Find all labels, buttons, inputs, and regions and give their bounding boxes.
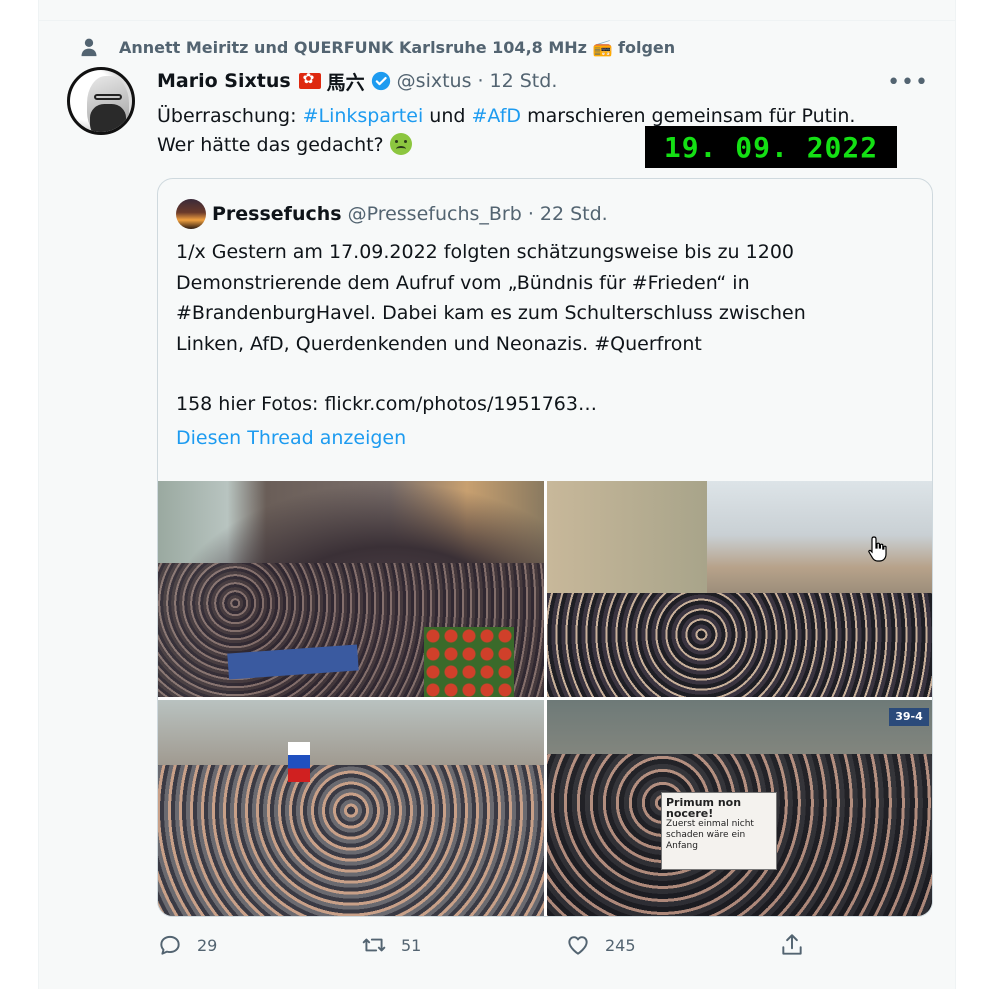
quote-avatar[interactable] xyxy=(176,199,206,229)
divider xyxy=(39,20,955,21)
author-name-suffix[interactable]: 馬六 xyxy=(327,68,365,95)
tweet-actions: 29 51 245 xyxy=(157,932,933,968)
like-count: 245 xyxy=(605,935,636,955)
separator-dot: · xyxy=(477,70,484,92)
quote-author-name[interactable]: Pressefuchs xyxy=(212,203,342,225)
tweet-time[interactable]: 12 Std. xyxy=(490,70,558,92)
tweet-header: Mario Sixtus 馬六 @sixtus · 12 Std. xyxy=(157,68,557,94)
sick-face-emoji-icon xyxy=(389,133,412,155)
author-avatar[interactable] xyxy=(67,67,135,135)
street-number-plate: 39-4 xyxy=(889,708,929,726)
author-name[interactable]: Mario Sixtus xyxy=(157,70,291,92)
quoted-tweet[interactable]: Pressefuchs @Pressefuchs_Brb · 22 Std. 1… xyxy=(157,178,933,917)
tweet-card[interactable]: Annett Meiritz und QUERFUNK Karlsruhe 10… xyxy=(38,0,956,989)
separator-dot: · xyxy=(527,203,534,225)
reply-button[interactable]: 29 xyxy=(157,932,217,958)
quote-header: Pressefuchs @Pressefuchs_Brb · 22 Std. xyxy=(176,199,608,229)
quote-author-handle[interactable]: @Pressefuchs_Brb xyxy=(348,203,522,225)
photo-protest-sign[interactable]: Primum non nocere! Zuerst einmal nicht s… xyxy=(547,700,932,916)
hashtag-link[interactable]: #AfD xyxy=(471,105,521,127)
photo-crowd-with-flag[interactable] xyxy=(158,700,544,916)
reply-count: 29 xyxy=(197,935,218,955)
like-button[interactable]: 245 xyxy=(565,932,636,958)
share-button[interactable] xyxy=(779,932,805,958)
reply-icon xyxy=(160,935,180,955)
retweet-button[interactable]: 51 xyxy=(361,932,421,958)
retweet-count: 51 xyxy=(401,935,422,955)
quote-text: 1/x Gestern am 17.09.2022 folgten schätz… xyxy=(176,241,806,415)
social-context[interactable]: Annett Meiritz und QUERFUNK Karlsruhe 10… xyxy=(81,36,676,58)
more-options-icon[interactable]: ••• xyxy=(887,70,929,95)
hand-cursor-icon xyxy=(868,536,887,562)
photo-demonstration-street[interactable] xyxy=(158,481,544,697)
retweet-icon xyxy=(362,938,386,952)
protest-sign: Primum non nocere! Zuerst einmal nicht s… xyxy=(661,792,777,870)
show-thread-link[interactable]: Diesen Thread anzeigen xyxy=(176,427,406,449)
social-context-text: Annett Meiritz und QUERFUNK Karlsruhe 10… xyxy=(119,37,676,57)
hashtag-link[interactable]: #Linkspartei xyxy=(303,105,424,127)
verified-badge-icon xyxy=(371,71,390,91)
photo-grid: Primum non nocere! Zuerst einmal nicht s… xyxy=(158,481,932,916)
date-stamp-overlay: 19. 09. 2022 xyxy=(645,126,897,168)
quote-time[interactable]: 22 Std. xyxy=(540,203,608,225)
heart-icon xyxy=(568,936,588,955)
share-icon xyxy=(782,934,802,955)
author-handle[interactable]: @sixtus xyxy=(397,70,472,92)
photo-drummers-march[interactable] xyxy=(547,481,932,697)
person-icon xyxy=(81,38,97,57)
hong-kong-flag-icon xyxy=(298,71,321,89)
